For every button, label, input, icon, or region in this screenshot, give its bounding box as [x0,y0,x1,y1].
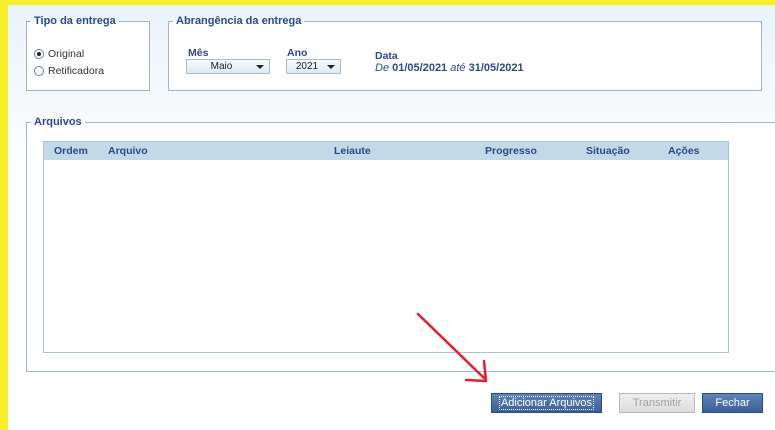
annotation-arrow-icon [416,312,488,383]
